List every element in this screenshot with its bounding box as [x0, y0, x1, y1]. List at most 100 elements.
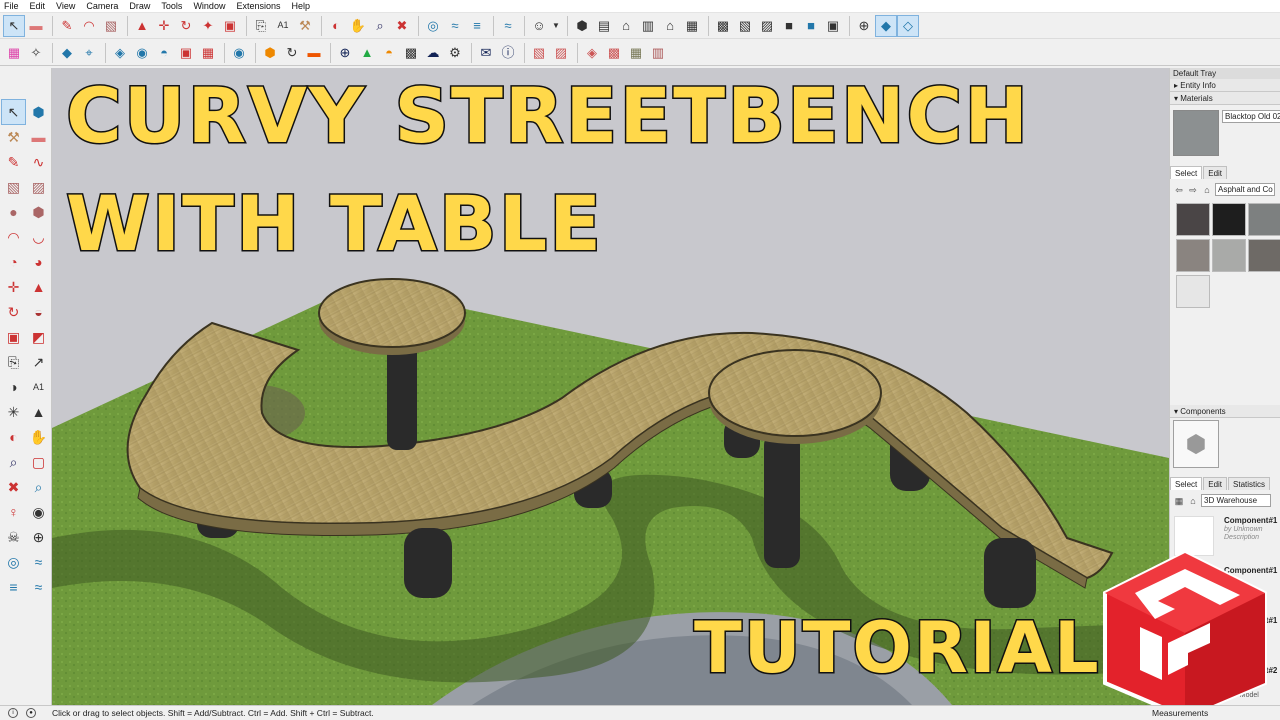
tape-icon[interactable]: ⎘ [2, 350, 25, 374]
previous-view-icon[interactable]: ⌕ [27, 475, 50, 499]
walk-icon[interactable]: ☠ [2, 525, 25, 549]
rotate-icon[interactable]: ↻ [2, 300, 25, 324]
pan-icon[interactable]: ✋ [27, 425, 50, 449]
terrain-icon[interactable]: ≈ [27, 550, 50, 574]
eraser-icon[interactable]: ▬ [27, 125, 50, 149]
component-icon[interactable]: ⬢ [27, 100, 50, 124]
move-icon[interactable]: ✛ [2, 275, 25, 299]
follow-me-icon[interactable]: ✦ [198, 16, 218, 36]
offset-icon[interactable]: ◩ [27, 325, 50, 349]
extension-icon[interactable]: ▬ [304, 43, 324, 63]
zoom-icon[interactable]: ⌕ [370, 16, 390, 36]
menu-draw[interactable]: Draw [129, 1, 150, 11]
section-plane-icon[interactable]: ◆ [875, 14, 897, 37]
push-pull-icon[interactable]: ▲ [27, 275, 50, 299]
sun-icon[interactable]: ◓ [379, 43, 399, 63]
drape-icon[interactable]: ≈ [498, 16, 518, 36]
3d-text-icon[interactable]: ▲ [27, 400, 50, 424]
look-around-icon[interactable]: ◉ [27, 500, 50, 524]
chevron-down-icon[interactable]: ▼ [551, 16, 561, 36]
zoom-extents-icon[interactable]: ✖ [392, 16, 412, 36]
material-swatch[interactable] [1176, 275, 1210, 308]
select-icon[interactable]: ↖ [1, 99, 26, 125]
orbit-icon[interactable]: ◐ [2, 425, 25, 449]
rectangle-icon[interactable]: ▧ [2, 175, 25, 199]
arc-icon[interactable]: ◠ [2, 225, 25, 249]
terrain-icon[interactable]: ≈ [445, 16, 465, 36]
terrain-photo-icon[interactable]: ▥ [648, 43, 668, 63]
export-icon[interactable]: ▧ [529, 43, 549, 63]
rectangle-icon[interactable]: ▧ [101, 16, 121, 36]
sandbox-icon[interactable]: ◎ [2, 550, 25, 574]
texture-icon[interactable]: ▩ [604, 43, 624, 63]
right-view-icon[interactable]: ▥ [638, 16, 658, 36]
forward-arrow-icon[interactable]: ⇨ [1187, 184, 1199, 196]
layer-icon[interactable]: ◆ [57, 43, 77, 63]
warehouse-icon[interactable]: ⬢ [260, 43, 280, 63]
material-swatch[interactable] [1248, 203, 1280, 236]
iso-view-icon[interactable]: ⬢ [572, 16, 592, 36]
entity-info-header[interactable]: ▸ Entity Info [1170, 79, 1280, 92]
textured-icon[interactable]: ■ [801, 16, 821, 36]
geolocation-icon[interactable]: ● [26, 708, 36, 718]
text-icon[interactable]: A1 [273, 16, 293, 36]
rotated-rectangle-icon[interactable]: ▨ [27, 175, 50, 199]
library-select[interactable]: Asphalt and Co [1215, 183, 1275, 196]
home-icon[interactable]: ⌂ [1201, 184, 1213, 196]
polygon-icon[interactable]: ⬢ [27, 200, 50, 224]
settings-icon[interactable]: ⚙ [445, 43, 465, 63]
material-preview[interactable] [1173, 110, 1219, 156]
pencil-icon[interactable]: ✎ [57, 16, 77, 36]
display-options-icon[interactable]: ▦ [1173, 495, 1185, 507]
menu-view[interactable]: View [56, 1, 75, 11]
scale-icon[interactable]: ▣ [2, 325, 25, 349]
shaded-icon[interactable]: ■ [779, 16, 799, 36]
intersect-icon[interactable]: ◉ [132, 43, 152, 63]
paint-icon[interactable]: ⚒ [2, 125, 25, 149]
refresh-icon[interactable]: ↻ [282, 43, 302, 63]
axis-icon[interactable]: ⌖ [79, 43, 99, 63]
menu-help[interactable]: Help [291, 1, 310, 11]
components-edit-tab[interactable]: Edit [1203, 477, 1228, 490]
monochrome-icon[interactable]: ▣ [823, 16, 843, 36]
menu-edit[interactable]: Edit [30, 1, 46, 11]
stamp-icon[interactable]: ≡ [2, 575, 25, 599]
components-statistics-tab[interactable]: Statistics [1228, 477, 1271, 490]
select-icon[interactable]: ↖ [3, 14, 25, 37]
dimension-icon[interactable]: ↗ [27, 350, 50, 374]
info-icon[interactable]: ⓘ [498, 43, 518, 63]
cloud-icon[interactable]: ☁ [423, 43, 443, 63]
components-header[interactable]: ▾ Components [1170, 405, 1280, 418]
materials-select-tab[interactable]: Select [1170, 166, 1203, 179]
zoom-window-icon[interactable]: ▢ [27, 450, 50, 474]
solid-icon[interactable]: ◓ [154, 43, 174, 63]
checker-icon[interactable]: ▩ [401, 43, 421, 63]
axes-icon[interactable]: ⊕ [854, 16, 874, 36]
material-name-field[interactable]: Blacktop Old 02 [1222, 110, 1280, 123]
tape-icon[interactable]: ⎘ [251, 16, 271, 36]
push-pull-icon[interactable]: ▲ [132, 16, 152, 36]
back-arrow-icon[interactable]: ⇦ [1173, 184, 1185, 196]
split-icon[interactable]: ▦ [198, 43, 218, 63]
drape-icon[interactable]: ≈ [27, 575, 50, 599]
zoom-icon[interactable]: ⌕ [2, 450, 25, 474]
paint-icon[interactable]: ⚒ [295, 16, 315, 36]
outliner-icon[interactable]: ✧ [26, 43, 46, 63]
pie-icon[interactable]: ◕ [27, 250, 50, 274]
menu-camera[interactable]: Camera [86, 1, 118, 11]
stamp-icon[interactable]: ≡ [467, 16, 487, 36]
materials-header[interactable]: ▾ Materials [1170, 92, 1280, 105]
material-swatch[interactable] [1176, 239, 1210, 272]
pan-icon[interactable]: ✋ [348, 16, 368, 36]
arc-icon[interactable]: ◠ [79, 16, 99, 36]
orbit-icon[interactable]: ◐ [326, 16, 346, 36]
position-camera-icon[interactable]: ♀ [2, 500, 25, 524]
follow-me-icon[interactable]: ◒ [27, 300, 50, 324]
sandbox-icon[interactable]: ◎ [423, 16, 443, 36]
protractor-icon[interactable]: ◑ [2, 375, 25, 399]
material-swatch[interactable] [1248, 239, 1280, 272]
move-icon[interactable]: ✛ [154, 16, 174, 36]
arc-2-icon[interactable]: ◡ [27, 225, 50, 249]
materials-edit-tab[interactable]: Edit [1203, 166, 1228, 179]
hidden-line-icon[interactable]: ▨ [757, 16, 777, 36]
